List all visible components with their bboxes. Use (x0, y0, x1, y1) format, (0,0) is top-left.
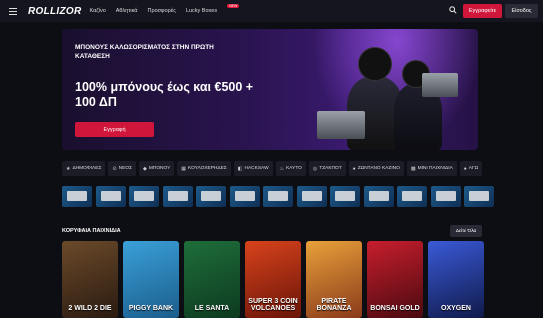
category-label: ΜΠΟΝΟΥ (148, 166, 171, 171)
game-title: PIRATE BONANZA (316, 298, 352, 312)
recent-win-thumbnail (162, 186, 193, 207)
slots-icon: ▦ (181, 165, 187, 172)
recent-win-thumbnail (95, 186, 126, 207)
flame-icon: ♨ (279, 165, 285, 172)
recent-win-card[interactable] (263, 186, 293, 216)
game-title: BONSAI GOLD (370, 305, 420, 312)
nav-casino[interactable]: Καζίνο (90, 8, 106, 14)
category-label: ΚΑΥΤΟ (286, 166, 302, 171)
category-label: MINI ΠΑΙΧΝΙΔΙΑ (417, 166, 453, 171)
recent-win-card[interactable] (196, 186, 226, 216)
category-label: ΔΗΜΟΦΙΛΕΣ (72, 166, 102, 171)
banner-subtitle: ΜΠΟΝΟΥΣ ΚΑΛΩΣΟΡΙΣΜΑΤΟΣ ΣΤΗΝ ΠΡΩΤΗ ΚΑΤΑΘΕ… (75, 44, 214, 60)
category-label: HACKSAW (244, 166, 269, 171)
recent-win-thumbnail (464, 186, 494, 207)
main-nav: Καζίνο Αθλητικά Προσφορές Lucky Boxes NEW (90, 4, 240, 14)
recent-win-card[interactable] (363, 186, 394, 216)
recent-win-thumbnail (330, 186, 360, 207)
provider-icon: ◧ (237, 165, 243, 172)
banner-cash-briefcase (317, 111, 365, 139)
recent-win-card[interactable] (464, 186, 494, 216)
category-9[interactable]: ● ΑΓΩ (459, 161, 483, 176)
category-3[interactable]: ▦ ΚΟΥΛΟΧΕΡΗΔΕΣ (177, 161, 231, 176)
game-title: PIGGY BANK (128, 305, 174, 312)
recent-win-card[interactable] (62, 186, 92, 216)
game-tile[interactable]: SUPER 3 COIN VOLCANOES (245, 241, 301, 318)
bonus-icon: ◆ (143, 165, 147, 172)
star-icon: ★ (66, 165, 71, 172)
recent-win-thumbnail (196, 186, 226, 207)
banner-title: 100% μπόνους έως και €500 + 100 ΔΠ (75, 80, 254, 109)
category-1[interactable]: ⊙ ΝΕΟΣ (108, 161, 136, 176)
recent-win-card[interactable] (95, 186, 126, 216)
register-button[interactable]: Εγγραφείτε (463, 4, 502, 18)
category-2[interactable]: ◆ ΜΠΟΝΟΥ (139, 161, 175, 176)
game-title: 2 WILD 2 DIE (68, 305, 112, 312)
new-badge: NEW (227, 4, 240, 8)
mini-games-icon: ▩ (410, 165, 416, 172)
recent-win-thumbnail (363, 186, 394, 207)
recent-win-card[interactable] (162, 186, 193, 216)
category-label: ΑΓΩ (468, 166, 479, 171)
recent-win-card[interactable] (330, 186, 360, 216)
category-label: ΚΟΥΛΟΧΕΡΗΔΕΣ (188, 166, 227, 171)
logo[interactable]: ROLLIZOR (28, 6, 82, 17)
game-tile[interactable]: PIRATE BONANZA (306, 241, 362, 318)
search-icon[interactable] (449, 6, 457, 16)
section-title: ΚΟΡΥΦΑΙΑ ΠΑΙΧΝΙΔΙΑ (62, 228, 121, 234)
new-icon: ⊙ (112, 165, 117, 172)
recent-win-thumbnail (263, 186, 293, 207)
top-bar: ROLLIZOR Καζίνο Αθλητικά Προσφορές Lucky… (0, 0, 543, 22)
recent-win-thumbnail (397, 186, 427, 207)
nav-promotions[interactable]: Προσφορές (147, 8, 175, 14)
more-icon: ● (463, 165, 467, 172)
login-button[interactable]: Είσοδος (505, 4, 538, 18)
category-7[interactable]: ● ΖΩΝΤΑΝΟ ΚΑΖΙΝΟ (348, 161, 404, 176)
recent-win-thumbnail (62, 186, 92, 207)
category-label: ΖΩΝΤΑΝΟ ΚΑΖΙΝΟ (357, 166, 400, 171)
category-label: ΝΕΟΣ (118, 166, 132, 171)
top-games-row: 2 WILD 2 DIE PIGGY BANK LE SANTA SUPER 3 CO… (62, 241, 543, 318)
promo-banner: ΜΠΟΝΟΥΣ ΚΑΛΩΣΟΡΙΣΜΑΤΟΣ ΣΤΗΝ ΠΡΩΤΗ ΚΑΤΑΘΕ… (62, 29, 478, 150)
recent-win-thumbnail (430, 186, 461, 207)
category-6[interactable]: ◎ ΤΖΑΚΠΟΤ (308, 161, 346, 176)
hamburger-menu-icon[interactable] (6, 4, 20, 18)
game-title: OXYGEN (441, 305, 471, 312)
category-0[interactable]: ★ ΔΗΜΟΦΙΛΕΣ (62, 161, 106, 176)
recent-win-card[interactable] (397, 186, 427, 216)
banner-register-button[interactable]: Εγγραφή (75, 122, 154, 137)
recent-win-card[interactable] (229, 186, 260, 216)
recent-win-thumbnail (296, 186, 327, 207)
game-tile[interactable]: OXYGEN (428, 241, 484, 318)
nav-sports[interactable]: Αθλητικά (116, 8, 138, 14)
nav-lucky-boxes-label: Lucky Boxes (185, 8, 218, 14)
game-tile[interactable]: BONSAI GOLD (367, 241, 423, 318)
see-all-button[interactable]: Δείτε Όλα (450, 225, 482, 237)
recent-win-thumbnail (229, 186, 260, 207)
category-8[interactable]: ▩ MINI ΠΑΙΧΝΙΔΙΑ (406, 161, 457, 176)
game-title: LE SANTA (194, 305, 230, 312)
game-title: SUPER 3 COIN VOLCANOES (248, 298, 298, 312)
category-4[interactable]: ◧ HACKSAW (233, 161, 273, 176)
recent-win-card[interactable] (129, 186, 159, 216)
recent-wins-strip (62, 186, 543, 216)
recent-win-card[interactable] (296, 186, 327, 216)
nav-lucky-boxes[interactable]: Lucky Boxes NEW (185, 4, 240, 14)
banner-cash-briefcase-2 (422, 73, 458, 97)
banner-helmet-left (358, 47, 392, 81)
live-icon: ● (352, 165, 356, 172)
game-tile[interactable]: LE SANTA (184, 241, 240, 318)
category-5[interactable]: ♨ ΚΑΥΤΟ (275, 161, 306, 176)
recent-win-thumbnail (129, 186, 159, 207)
category-bar: ★ ΔΗΜΟΦΙΛΕΣ ⊙ ΝΕΟΣ ◆ ΜΠΟΝΟΥ ▦ ΚΟΥΛΟΧΕΡΗΔΕΣ ◧ HACK… (62, 161, 543, 176)
category-label: ΤΖΑΚΠΟΤ (319, 166, 342, 171)
jackpot-icon: ◎ (312, 165, 318, 172)
game-tile[interactable]: PIGGY BANK (123, 241, 179, 318)
recent-win-card[interactable] (430, 186, 461, 216)
game-tile[interactable]: 2 WILD 2 DIE (62, 241, 118, 318)
